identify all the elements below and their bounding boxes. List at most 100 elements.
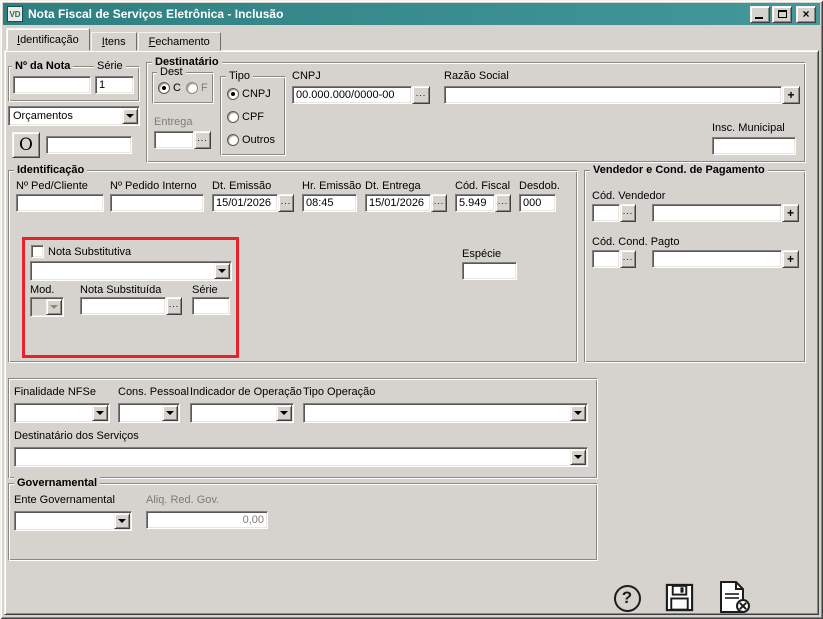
radio-dest-f-label: F bbox=[201, 82, 208, 94]
destinatario-servicos-dropdown-button[interactable] bbox=[570, 449, 586, 465]
cod-cond-pagto-field[interactable] bbox=[592, 250, 620, 268]
desdob-field[interactable]: 000 bbox=[519, 194, 556, 212]
nota-substituida-field[interactable] bbox=[80, 297, 166, 315]
window-title: Nota Fiscal de Serviços Eletrônica - Inc… bbox=[28, 7, 748, 21]
cod-fiscal-field[interactable]: 5.949 bbox=[455, 194, 495, 212]
ente-governamental-dropdown-button[interactable] bbox=[114, 513, 130, 529]
especie-field[interactable] bbox=[462, 262, 517, 280]
cons-pessoal-select[interactable] bbox=[118, 403, 180, 423]
orcamentos-select[interactable]: Orçamentos bbox=[8, 106, 140, 126]
indicador-operacao-dropdown-button[interactable] bbox=[276, 405, 292, 421]
document-action-button[interactable] bbox=[713, 579, 753, 615]
radio-dest-c[interactable] bbox=[158, 82, 170, 94]
nota-substitutiva-select[interactable] bbox=[30, 261, 232, 281]
entrega-label: Entrega bbox=[154, 116, 193, 128]
mod-dropdown-button[interactable] bbox=[46, 299, 62, 315]
ped-cliente-field[interactable] bbox=[16, 194, 104, 212]
insc-municipal-label: Insc. Municipal bbox=[712, 122, 785, 134]
cnpj-browse-button[interactable]: ... bbox=[412, 86, 430, 104]
tipo-operacao-select[interactable] bbox=[303, 403, 588, 423]
nota-substitutiva-checkbox[interactable] bbox=[31, 245, 44, 258]
window: VD Nota Fiscal de Serviços Eletrônica - … bbox=[0, 0, 823, 619]
chevron-down-icon bbox=[50, 305, 58, 309]
tab-fechamento[interactable]: Fechamento bbox=[138, 32, 221, 51]
tab-identificacao[interactable]: Identificação bbox=[6, 28, 90, 51]
pedido-interno-field[interactable] bbox=[110, 194, 204, 212]
insc-municipal-field[interactable] bbox=[712, 137, 796, 155]
dest-label: Dest bbox=[157, 66, 186, 78]
chevron-down-icon bbox=[280, 411, 288, 415]
orcamentos-dropdown-button[interactable] bbox=[122, 108, 138, 124]
tipo-operacao-dropdown-button[interactable] bbox=[570, 405, 586, 421]
aliq-red-gov-field[interactable]: 0,00 bbox=[146, 511, 268, 529]
cod-fiscal-browse-button[interactable]: ... bbox=[495, 194, 511, 212]
cond-pagto-browse-button[interactable]: ... bbox=[620, 250, 636, 268]
orcamento-code-field[interactable] bbox=[46, 136, 132, 154]
cod-vendedor-field[interactable] bbox=[592, 204, 620, 222]
titlebar: VD Nota Fiscal de Serviços Eletrônica - … bbox=[3, 3, 820, 25]
app-icon: VD bbox=[7, 6, 23, 22]
serie-substituida-field[interactable] bbox=[192, 297, 230, 315]
indicador-operacao-label: Indicador de Operação bbox=[190, 386, 302, 398]
razao-social-field[interactable] bbox=[444, 86, 782, 104]
radio-dest-c-label: C bbox=[173, 82, 181, 94]
dt-entrega-browse-button[interactable]: ... bbox=[431, 194, 447, 212]
save-floppy-icon bbox=[664, 582, 695, 613]
numero-nota-group-label: Nº da Nota bbox=[12, 60, 73, 72]
radio-tipo-cpf[interactable] bbox=[227, 111, 239, 123]
chevron-down-icon bbox=[118, 519, 126, 523]
cond-pagto-name-field[interactable] bbox=[652, 250, 782, 268]
cond-pagto-add-button[interactable]: + bbox=[782, 250, 799, 268]
chevron-down-icon bbox=[96, 411, 104, 415]
dt-emissao-field[interactable]: 15/01/2026 bbox=[212, 194, 278, 212]
cod-cond-pagto-label: Cód. Cond. Pagto bbox=[592, 236, 679, 248]
save-button[interactable] bbox=[663, 581, 696, 614]
chevron-down-icon bbox=[218, 269, 226, 273]
maximize-icon bbox=[778, 10, 787, 18]
close-button[interactable]: × bbox=[796, 6, 816, 23]
minimize-button[interactable] bbox=[750, 6, 770, 23]
ente-governamental-label: Ente Governamental bbox=[14, 494, 115, 506]
help-icon: ? bbox=[614, 585, 641, 612]
document-action-icon bbox=[714, 580, 752, 614]
desdob-label: Desdob. bbox=[519, 180, 560, 192]
entrega-browse-button[interactable]: ... bbox=[194, 131, 211, 149]
tipo-operacao-label: Tipo Operação bbox=[303, 386, 375, 398]
radio-dest-f[interactable] bbox=[186, 82, 198, 94]
serie-label: Série bbox=[94, 60, 126, 72]
orcamento-o-button[interactable]: O bbox=[12, 132, 40, 158]
serie-field[interactable]: 1 bbox=[95, 76, 134, 94]
finalidade-nfse-select[interactable] bbox=[14, 403, 110, 423]
mod-select[interactable] bbox=[30, 297, 64, 317]
radio-tipo-cnpj[interactable] bbox=[227, 88, 239, 100]
dt-emissao-browse-button[interactable]: ... bbox=[278, 194, 294, 212]
ente-governamental-select[interactable] bbox=[14, 511, 132, 531]
entrega-field[interactable] bbox=[154, 131, 194, 149]
hr-emissao-field[interactable]: 08:45 bbox=[302, 194, 357, 212]
destinatario-servicos-select[interactable] bbox=[14, 447, 588, 467]
nota-substituida-browse-button[interactable]: ... bbox=[166, 297, 182, 315]
dt-entrega-field[interactable]: 15/01/2026 bbox=[365, 194, 431, 212]
window-controls: × bbox=[748, 6, 816, 23]
radio-tipo-cnpj-label: CNPJ bbox=[242, 88, 271, 100]
razao-social-add-button[interactable]: + bbox=[782, 86, 800, 104]
help-button[interactable]: ? bbox=[611, 582, 643, 614]
nota-substitutiva-dropdown-button[interactable] bbox=[214, 263, 230, 279]
radio-tipo-cpf-label: CPF bbox=[242, 111, 264, 123]
finalidade-nfse-dropdown-button[interactable] bbox=[92, 405, 108, 421]
tipo-label: Tipo bbox=[226, 70, 253, 82]
vendedor-name-field[interactable] bbox=[652, 204, 782, 222]
indicador-operacao-select[interactable] bbox=[190, 403, 294, 423]
tab-itens[interactable]: Itens bbox=[91, 32, 137, 51]
numero-nota-field[interactable] bbox=[13, 76, 91, 94]
cnpj-field[interactable]: 00.000.000/0000-00 bbox=[292, 86, 412, 104]
maximize-button[interactable] bbox=[772, 6, 792, 23]
vendedor-add-button[interactable]: + bbox=[782, 204, 799, 222]
vendedor-group-label: Vendedor e Cond. de Pagamento bbox=[590, 164, 768, 176]
radio-tipo-outros[interactable] bbox=[227, 134, 239, 146]
cod-vendedor-browse-button[interactable]: ... bbox=[620, 204, 636, 222]
governamental-group-label: Governamental bbox=[14, 477, 100, 489]
finalidade-nfse-label: Finalidade NFSe bbox=[14, 386, 96, 398]
hr-emissao-label: Hr. Emissão bbox=[302, 180, 361, 192]
cons-pessoal-dropdown-button[interactable] bbox=[162, 405, 178, 421]
